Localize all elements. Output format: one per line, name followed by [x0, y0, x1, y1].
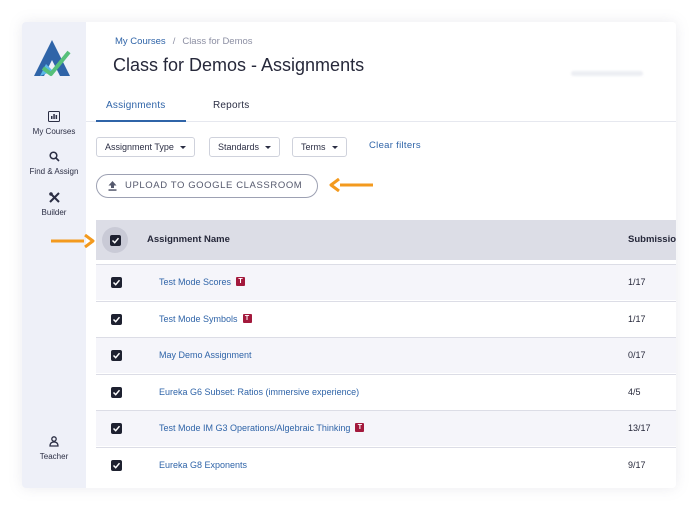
test-mode-badge: T	[355, 423, 365, 432]
right-arrow-icon	[51, 234, 95, 248]
courses-icon	[22, 110, 86, 124]
checkmark-icon	[112, 279, 121, 286]
breadcrumb-link-my-courses[interactable]: My Courses	[115, 36, 166, 47]
submissions-count: 0/17	[628, 350, 646, 360]
tools-icon	[22, 191, 86, 205]
breadcrumb-current: Class for Demos	[182, 36, 253, 47]
tab-bar: Assignments Reports	[86, 94, 676, 122]
assignment-name-link[interactable]: Test Mode Symbols T	[159, 313, 252, 324]
assignment-name-text: Test Mode Scores	[159, 277, 232, 287]
row-checkbox[interactable]	[111, 459, 122, 471]
sidebar-item-teacher[interactable]: Teacher	[22, 435, 86, 461]
assignment-name-text: Eureka G6 Subset: Ratios (immersive expe…	[159, 386, 360, 397]
standards-dropdown[interactable]: Standards	[209, 137, 281, 157]
assignment-name-link[interactable]: Test Mode Scores T	[159, 277, 246, 287]
dropdown-label: Assignment Type	[105, 142, 174, 152]
checkmark-icon	[112, 316, 121, 323]
sidebar-item-label: Find & Assign	[29, 167, 79, 176]
assignment-name-text: Test Mode IM G3 Operations/Algebraic Thi…	[159, 423, 351, 433]
page-title: Class for Demos - Assignments	[113, 55, 365, 75]
sidebar-item-label: Teacher	[39, 452, 69, 461]
checkmark-icon	[112, 425, 121, 432]
assignment-name-text: Test Mode Symbols	[159, 313, 238, 324]
table-row[interactable]: Test Mode Scores T 1/17	[96, 264, 676, 300]
test-mode-badge: T	[242, 313, 252, 323]
app-logo[interactable]	[31, 38, 73, 78]
assignment-name-link[interactable]: Eureka G6 Subset: Ratios (immersive expe…	[159, 387, 359, 397]
checkmark-icon	[112, 462, 121, 469]
tab-assignments[interactable]: Assignments	[106, 100, 165, 111]
submissions-count: 1/17	[628, 313, 646, 324]
upload-icon	[108, 181, 117, 191]
sidebar-item-my-courses[interactable]: My Courses	[22, 110, 86, 136]
search-icon	[22, 150, 86, 164]
caret-down-icon	[179, 146, 186, 150]
select-all-checkbox[interactable]	[102, 227, 128, 253]
table-row[interactable]: May Demo Assignment 0/17	[96, 337, 676, 373]
breadcrumb: My Courses / Class for Demos	[115, 36, 253, 47]
checked-checkbox-icon	[110, 235, 121, 246]
submissions-count: 1/17	[628, 277, 646, 287]
checkmark-icon	[112, 352, 121, 359]
table-row[interactable]: Test Mode Symbols T 1/17	[96, 300, 676, 337]
sidebar-item-label: Builder	[41, 208, 67, 217]
assignment-name-link[interactable]: Eureka G8 Exponents	[159, 460, 247, 470]
row-checkbox[interactable]	[111, 386, 122, 398]
assignment-name-text: May Demo Assignment	[159, 350, 252, 360]
active-tab-indicator	[96, 120, 186, 122]
breadcrumb-separator: /	[172, 36, 176, 47]
row-checkbox[interactable]	[111, 277, 122, 288]
checkmark-icon	[112, 389, 121, 396]
test-mode-badge: T	[236, 277, 246, 286]
table-row[interactable]: Eureka G8 Exponents 9/17	[96, 446, 676, 483]
blurred-element	[571, 71, 643, 76]
dropdown-label: Terms	[301, 142, 326, 152]
sidebar-item-find-assign[interactable]: Find & Assign	[22, 150, 86, 176]
sidebar-item-builder[interactable]: Builder	[22, 191, 86, 217]
terms-dropdown[interactable]: Terms	[292, 137, 347, 157]
column-header-submissions[interactable]: Submissions	[628, 234, 676, 245]
caret-down-icon	[331, 146, 338, 150]
table-header: Assignment Name Submissions	[96, 220, 676, 260]
clear-filters-link[interactable]: Clear filters	[369, 140, 421, 151]
left-arrow-icon	[329, 178, 373, 192]
upload-to-google-classroom-button[interactable]: UPLOAD TO GOOGLE CLASSROOM	[96, 174, 318, 198]
app-window: My Courses Find & Assign Builder Teacher…	[22, 22, 676, 488]
upload-button-label: UPLOAD TO GOOGLE CLASSROOM	[125, 180, 303, 191]
user-icon	[22, 435, 86, 449]
assignment-type-dropdown[interactable]: Assignment Type	[96, 137, 195, 157]
dropdown-label: Standards	[218, 142, 260, 152]
assignment-name-link[interactable]: Test Mode IM G3 Operations/Algebraic Thi…	[159, 423, 365, 433]
caret-down-icon	[265, 146, 272, 150]
assignment-name-text: Eureka G8 Exponents	[159, 459, 248, 470]
tab-reports[interactable]: Reports	[213, 100, 249, 111]
submissions-count: 4/5	[628, 386, 641, 397]
main-content: My Courses / Class for Demos Class for Dem…	[86, 22, 676, 488]
assignment-name-link[interactable]: May Demo Assignment	[159, 350, 252, 360]
submissions-count: 13/17	[628, 423, 651, 433]
column-header-assignment-name[interactable]: Assignment Name	[147, 234, 230, 245]
table-row[interactable]: Test Mode IM G3 Operations/Algebraic Thi…	[96, 410, 676, 446]
row-checkbox[interactable]	[111, 423, 122, 434]
sidebar-item-label: My Courses	[32, 127, 76, 136]
table-row[interactable]: Eureka G6 Subset: Ratios (immersive expe…	[96, 373, 676, 410]
row-checkbox[interactable]	[111, 313, 122, 325]
sidebar: My Courses Find & Assign Builder Teacher	[22, 22, 86, 488]
submissions-count: 9/17	[628, 459, 646, 470]
row-checkbox[interactable]	[111, 350, 122, 361]
